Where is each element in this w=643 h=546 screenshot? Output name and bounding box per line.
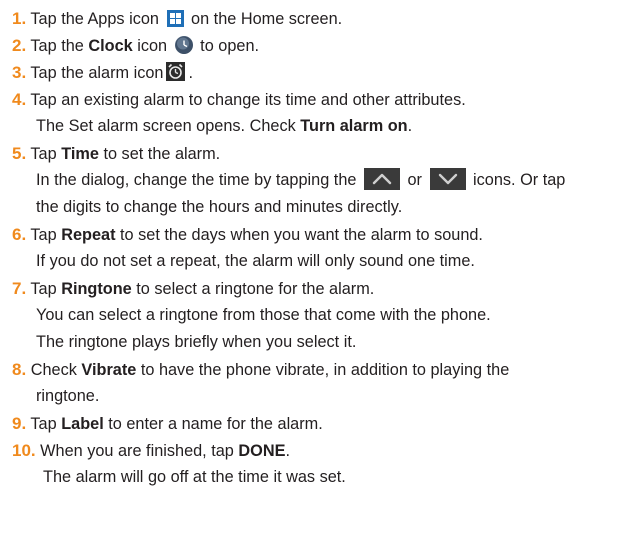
step-4-continuation: The Set alarm screen opens. Check Turn a… <box>0 113 643 140</box>
step-text: . <box>407 117 413 135</box>
step-text: to have the phone vibrate, in addition t… <box>140 361 510 379</box>
step-6-continuation: If you do not set a repeat, the alarm wi… <box>0 248 643 275</box>
step-text: Check <box>30 361 77 379</box>
step-keyword: Ringtone <box>61 280 132 298</box>
step-keyword: Clock <box>88 37 133 55</box>
step-keyword: Label <box>61 415 104 433</box>
step-5-continuation-2: the digits to change the hours and minut… <box>0 194 643 221</box>
step-text: to set the days when you want the alarm … <box>120 226 483 244</box>
step-text: Tap <box>30 145 57 163</box>
step-number: 6. <box>12 225 27 244</box>
step-9: 9. Tap Label to enter a name for the ala… <box>0 410 643 437</box>
step-text: Tap <box>30 415 57 433</box>
step-text: Tap the alarm icon <box>30 64 164 82</box>
step-text: to enter a name for the alarm. <box>108 415 323 433</box>
step-3: 3. Tap the alarm icon . <box>0 59 643 86</box>
step-10: 10. When you are finished, tap DONE. <box>0 437 643 464</box>
step-keyword: Repeat <box>61 226 116 244</box>
step-6: 6. Tap Repeat to set the days when you w… <box>0 221 643 248</box>
step-text: icon <box>137 37 168 55</box>
step-text: ringtone. <box>36 387 100 405</box>
step-number: 7. <box>12 279 27 298</box>
step-number: 4. <box>12 90 27 109</box>
step-text: Tap <box>30 280 57 298</box>
step-text: to open. <box>200 37 260 55</box>
step-number: 3. <box>12 63 27 82</box>
step-text: You can select a ringtone from those tha… <box>36 306 491 324</box>
step-text: In the dialog, change the time by tappin… <box>36 171 357 189</box>
step-number: 5. <box>12 144 27 163</box>
step-text: Tap <box>30 226 57 244</box>
step-5: 5. Tap Time to set the alarm. <box>0 140 643 167</box>
step-text: . <box>285 442 290 460</box>
step-text: Tap the Apps icon <box>30 10 159 28</box>
step-text: Tap the <box>30 37 84 55</box>
apps-icon <box>166 10 184 27</box>
step-keyword: Time <box>61 145 99 163</box>
step-2: 2. Tap the Clock icon to open. <box>0 32 643 59</box>
step-5-continuation-1: In the dialog, change the time by tappin… <box>0 167 643 194</box>
step-7-continuation-2: The ringtone plays briefly when you sele… <box>0 329 643 356</box>
step-1: 1. Tap the Apps icon on the Home screen. <box>0 5 643 32</box>
step-text: icons. Or tap <box>473 171 566 189</box>
step-number: 8. <box>12 360 27 379</box>
step-7-continuation-1: You can select a ringtone from those tha… <box>0 302 643 329</box>
step-text: The ringtone plays briefly when you sele… <box>36 333 357 351</box>
clock-icon <box>174 36 193 54</box>
step-text: the digits to change the hours and minut… <box>36 198 403 216</box>
step-number: 2. <box>12 36 27 55</box>
step-4: 4. Tap an existing alarm to change its t… <box>0 86 643 113</box>
step-keyword: DONE <box>238 442 286 460</box>
step-text: to select a ringtone for the alarm. <box>136 280 375 298</box>
step-number: 9. <box>12 414 27 433</box>
step-text: Tap an existing alarm to change its time… <box>30 91 466 109</box>
step-text: The Set alarm screen opens. Check <box>36 117 296 135</box>
step-text: When you are finished, tap <box>40 442 234 460</box>
alarm-clock-icon <box>166 62 186 81</box>
step-10-continuation: The alarm will go off at the time it was… <box>0 464 643 491</box>
step-keyword: Vibrate <box>81 361 137 379</box>
step-text: If you do not set a repeat, the alarm wi… <box>36 252 475 270</box>
step-8-continuation: ringtone. <box>0 383 643 410</box>
chevron-up-icon <box>363 168 400 190</box>
step-keyword: Turn alarm on <box>300 117 408 135</box>
step-number: 1. <box>12 9 27 28</box>
step-text: or <box>407 171 422 189</box>
step-text: to set the alarm. <box>103 145 221 163</box>
step-text: on the Home screen. <box>191 10 343 28</box>
step-7: 7. Tap Ringtone to select a ringtone for… <box>0 275 643 302</box>
step-text: The alarm will go off at the time it was… <box>43 468 346 486</box>
step-number: 10. <box>12 441 36 460</box>
instruction-page: 1. Tap the Apps icon on the Home screen.… <box>0 0 643 546</box>
chevron-down-icon <box>429 168 466 190</box>
step-text: . <box>188 64 193 82</box>
step-8: 8. Check Vibrate to have the phone vibra… <box>0 356 643 383</box>
